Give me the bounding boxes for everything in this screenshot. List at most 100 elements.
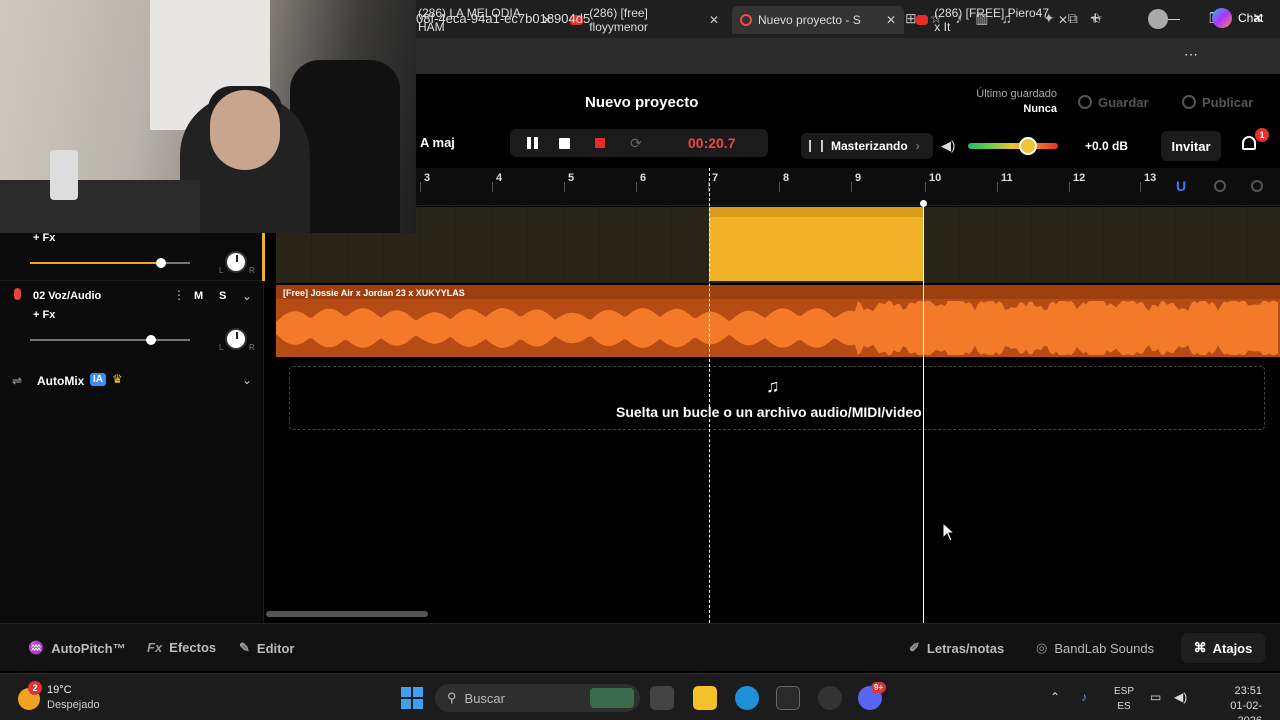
ruler-bar-number: 11 (1001, 172, 1013, 184)
epic-games-icon[interactable] (776, 686, 800, 710)
ruler-bar-number: 5 (568, 172, 575, 184)
taskbar-search[interactable]: ⚲ Buscar (435, 684, 640, 712)
playhead[interactable] (923, 200, 924, 623)
notification-badge: 1 (1255, 128, 1269, 142)
edge-browser-icon[interactable] (735, 686, 759, 710)
url-field[interactable]: 08f-4eca-94a1-ec7b018904d5 (416, 11, 590, 26)
discord-badge: 9+ (871, 682, 887, 693)
command-icon: ⌘ (1193, 640, 1207, 655)
invite-button[interactable]: Invitar (1161, 131, 1221, 161)
key-selector[interactable]: A maj (420, 135, 455, 150)
drop-zone-text: Suelta un bucle o un archivo audio/MIDI/… (616, 404, 922, 420)
copilot-chat-button[interactable]: Chat (1212, 8, 1263, 28)
save-button[interactable]: Guardar (1068, 89, 1159, 115)
weather-badge: 2 (28, 681, 42, 695)
track2-pan-knob[interactable] (225, 328, 247, 350)
close-icon[interactable]: ✕ (709, 13, 719, 27)
ruler-tick (492, 182, 493, 192)
extensions-icon[interactable]: ✦ (1043, 10, 1055, 27)
master-volume-slider[interactable] (968, 143, 1058, 149)
track2-volume-knob[interactable] (146, 335, 156, 345)
shortcuts-button[interactable]: ⌘ Atajos (1181, 633, 1265, 663)
bell-icon[interactable]: ♫ (1002, 10, 1013, 27)
pan-left-label: L (219, 266, 224, 275)
lyrics-notes-button[interactable]: ✐ Letras/notas (909, 640, 1004, 656)
mastering-button[interactable]: Masterizando › (801, 133, 933, 159)
crown-icon: ♛ (112, 372, 123, 386)
search-placeholder: Buscar (464, 690, 505, 706)
bandlab-sounds-button[interactable]: ◎ BandLab Sounds (1036, 640, 1154, 656)
webcam-desk (0, 180, 200, 233)
editor-button[interactable]: ✎ Editor (239, 640, 294, 656)
favorite-star-icon[interactable]: ☆ (930, 10, 943, 27)
tab-label: (286) [free] floyymenor (589, 6, 648, 34)
stop-button[interactable] (555, 134, 573, 152)
zoom-out-icon[interactable] (1214, 180, 1226, 192)
clock-date: 01-02-2026 (1230, 700, 1262, 720)
track1-volume-slider[interactable] (30, 262, 190, 264)
chevron-down-icon[interactable]: ⌄ (242, 373, 252, 387)
mouse-cursor (942, 522, 956, 542)
track2-fx-button[interactable]: + Fx (33, 309, 55, 321)
automix-label[interactable]: AutoMix (37, 374, 84, 388)
track1-fx-button[interactable]: + Fx (33, 232, 55, 244)
obs-icon[interactable] (818, 686, 842, 710)
search-highlight-icon (590, 688, 634, 708)
mute-button[interactable]: M (194, 290, 203, 302)
volume-tray-icon[interactable]: ◀) (1174, 690, 1187, 704)
split-screen-icon[interactable]: ⧉ (1068, 10, 1078, 27)
app-available-icon[interactable]: ⊞ (905, 10, 917, 27)
network-icon[interactable]: ▭ (1150, 690, 1161, 704)
ruler-tick (1140, 182, 1141, 192)
mastering-label: Masterizando (831, 139, 908, 153)
playhead-handle[interactable] (920, 200, 927, 207)
loop-start-marker[interactable] (709, 168, 710, 623)
task-view-icon[interactable] (650, 686, 674, 710)
ruler-tick (925, 182, 926, 192)
record-button[interactable] (591, 134, 609, 152)
horizontal-scrollbar[interactable] (266, 611, 428, 617)
reader-icon[interactable]: ▥ (975, 10, 988, 27)
favorites-icon[interactable]: ✩ (1091, 10, 1103, 27)
mic-icon[interactable]: ♪ (955, 10, 962, 27)
track2-volume-slider[interactable] (30, 339, 190, 341)
minimize-icon[interactable]: — (1166, 10, 1180, 26)
snap-magnet-icon[interactable]: U (1176, 178, 1186, 194)
profile-avatar[interactable] (1148, 9, 1168, 29)
bandlab-icon (740, 14, 752, 26)
language-indicator[interactable]: ESP ES (1114, 684, 1134, 714)
zoom-in-icon[interactable] (1251, 180, 1263, 192)
mixer-icon (809, 140, 823, 152)
pause-button[interactable] (523, 134, 541, 152)
more-icon[interactable]: ⋯ (1184, 46, 1198, 63)
master-volume-knob[interactable] (1019, 137, 1037, 155)
file-explorer-icon[interactable] (693, 686, 717, 710)
track2-name[interactable]: 02 Voz/Audio (33, 290, 101, 302)
ruler-tick (420, 182, 421, 192)
microphone-tray-icon[interactable]: ♪ (1081, 690, 1087, 704)
windows-start-icon[interactable] (401, 687, 423, 709)
solo-button[interactable]: S (219, 290, 226, 302)
browser-tab-active[interactable]: Nuevo proyecto - S ✕ (732, 6, 904, 34)
publish-button[interactable]: Publicar (1172, 89, 1263, 115)
chevron-down-icon[interactable]: ⌄ (242, 289, 252, 303)
volume-db-readout: +0.0 dB (1085, 139, 1129, 153)
loop-region-clip[interactable] (709, 207, 924, 281)
sounds-icon: ◎ (1036, 640, 1048, 655)
autopitch-button[interactable]: ♒ AutoPitch™ (28, 640, 126, 656)
project-title[interactable]: Nuevo proyecto (585, 94, 698, 111)
system-clock[interactable]: 23:51 01-02-2026 (1220, 684, 1262, 720)
save-status: Último guardado Nunca (940, 87, 1057, 117)
tab-label: Nuevo proyecto - S (758, 13, 861, 27)
loop-icon[interactable]: ⟳ (627, 134, 645, 152)
speaker-icon[interactable]: ◀) (941, 138, 955, 154)
track-selected-accent (262, 233, 265, 281)
track1-volume-knob[interactable] (156, 258, 166, 268)
effects-button[interactable]: Fx Efectos (147, 640, 216, 655)
close-icon[interactable]: ✕ (886, 13, 896, 27)
webcam-cup (50, 150, 78, 200)
music-note-icon: ♫ (766, 376, 780, 396)
track1-pan-knob[interactable] (225, 251, 247, 273)
track-menu-icon[interactable]: ⋮ (173, 288, 185, 302)
chevron-up-icon[interactable]: ⌃ (1050, 690, 1060, 704)
